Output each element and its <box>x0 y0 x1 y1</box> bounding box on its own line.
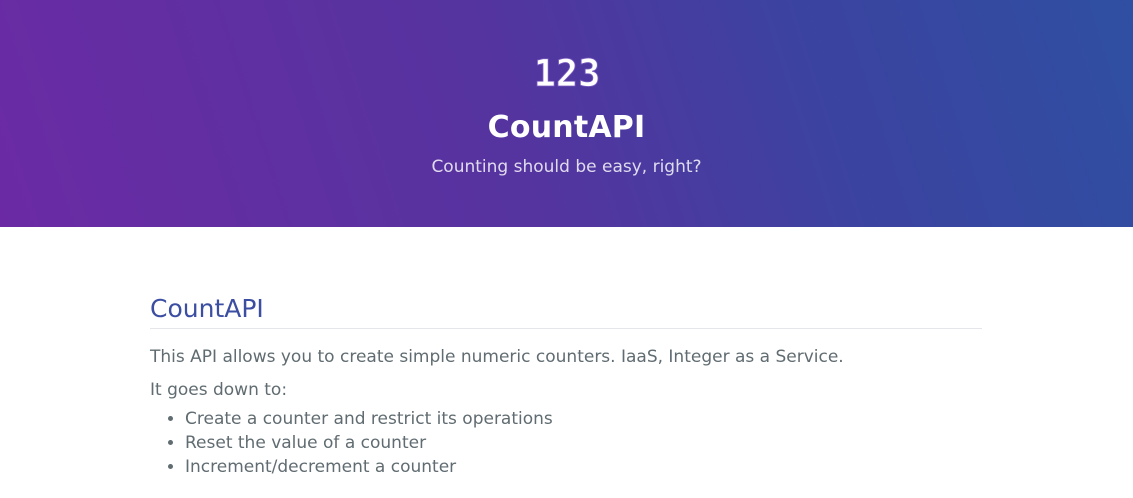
hero-title: CountAPI <box>487 110 646 145</box>
list-item: Create a counter and restrict its operat… <box>185 407 982 431</box>
list-item: Increment/decrement a counter <box>185 455 982 479</box>
list-item: Reset the value of a counter <box>185 431 982 455</box>
counter-123-logo-icon: 123 <box>533 52 601 92</box>
hero-header: 123 CountAPI Counting should be easy, ri… <box>0 0 1133 227</box>
intro-paragraph: This API allows you to create simple num… <box>150 347 844 367</box>
main-content: CountAPI This API allows you to create s… <box>150 294 982 479</box>
logo-text: 123 <box>534 52 601 92</box>
feature-list: Create a counter and restrict its operat… <box>150 407 982 479</box>
list-intro-text: It goes down to: <box>150 380 288 400</box>
section-heading: CountAPI <box>150 294 982 329</box>
hero-tagline: Counting should be easy, right? <box>431 157 702 177</box>
